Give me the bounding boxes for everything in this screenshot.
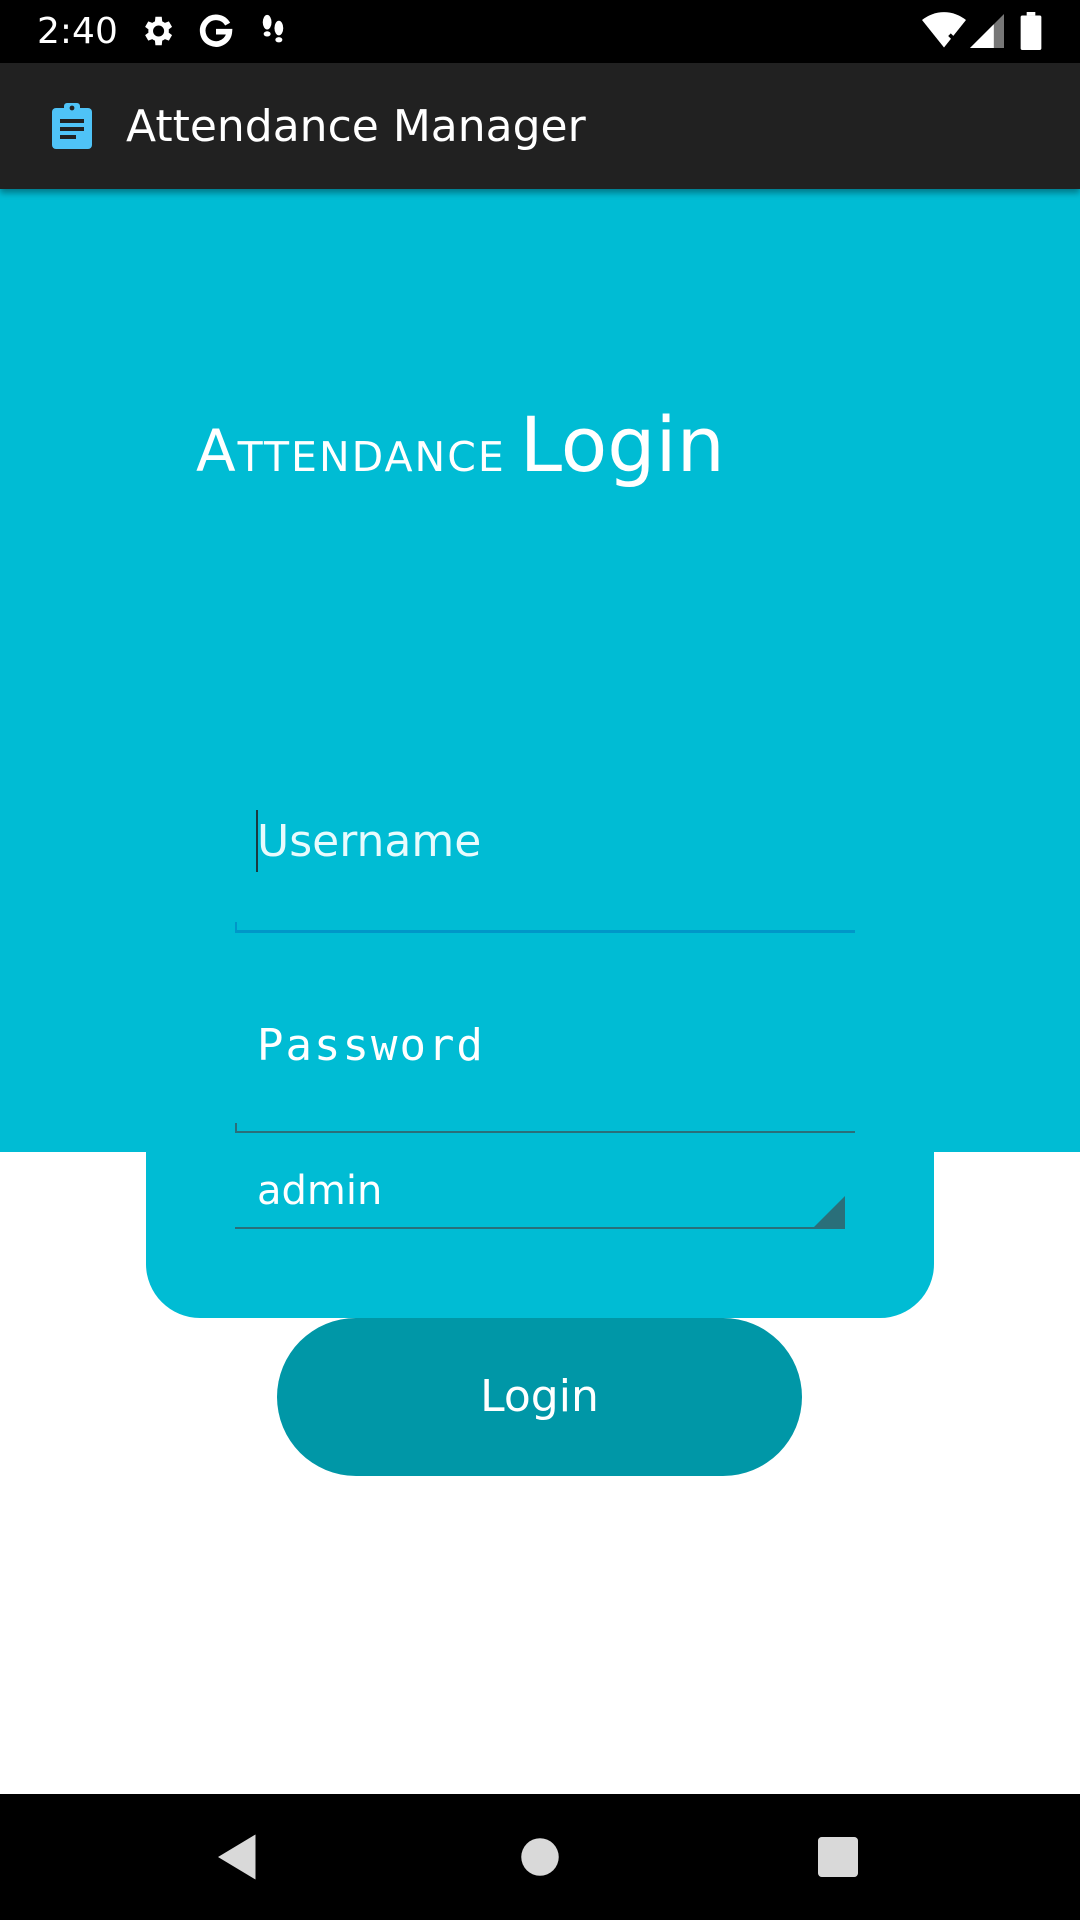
username-placeholder: Username	[257, 816, 482, 867]
cell-signal-icon	[970, 14, 1004, 53]
app-title: Attendance Manager	[126, 101, 586, 152]
header-panel	[0, 189, 1080, 1152]
app-bar: Attendance Manager	[0, 63, 1080, 189]
settings-gear-icon	[138, 12, 176, 55]
password-placeholder: Password	[257, 1020, 485, 1071]
clipboard-icon	[52, 103, 92, 149]
status-bar: 2:40	[0, 0, 1080, 63]
back-icon[interactable]	[208, 1827, 268, 1887]
navigation-bar	[0, 1794, 1080, 1920]
role-dropdown[interactable]: admin	[235, 1160, 845, 1230]
google-g-icon	[196, 10, 236, 55]
home-icon[interactable]	[510, 1827, 570, 1887]
login-screen: 2:40 Attendance Manager Attendance Login…	[0, 0, 1080, 1920]
login-button[interactable]: Login	[277, 1318, 802, 1476]
username-underline	[235, 930, 855, 933]
username-field[interactable]: Username	[235, 800, 855, 936]
footsteps-icon	[258, 12, 288, 55]
wifi-no-internet-icon	[922, 12, 966, 55]
password-underline	[235, 1131, 855, 1133]
title-main: Login	[519, 400, 725, 489]
page-title: Attendance Login	[196, 400, 725, 489]
battery-icon	[1020, 12, 1042, 55]
password-field[interactable]: Password	[235, 1010, 855, 1136]
status-time: 2:40	[37, 11, 118, 52]
role-underline	[235, 1227, 845, 1229]
dropdown-caret-icon	[813, 1196, 845, 1228]
role-selected-value: admin	[257, 1168, 383, 1214]
recents-icon[interactable]	[808, 1827, 868, 1887]
text-cursor	[256, 810, 258, 872]
title-prefix: Attendance	[196, 417, 506, 485]
